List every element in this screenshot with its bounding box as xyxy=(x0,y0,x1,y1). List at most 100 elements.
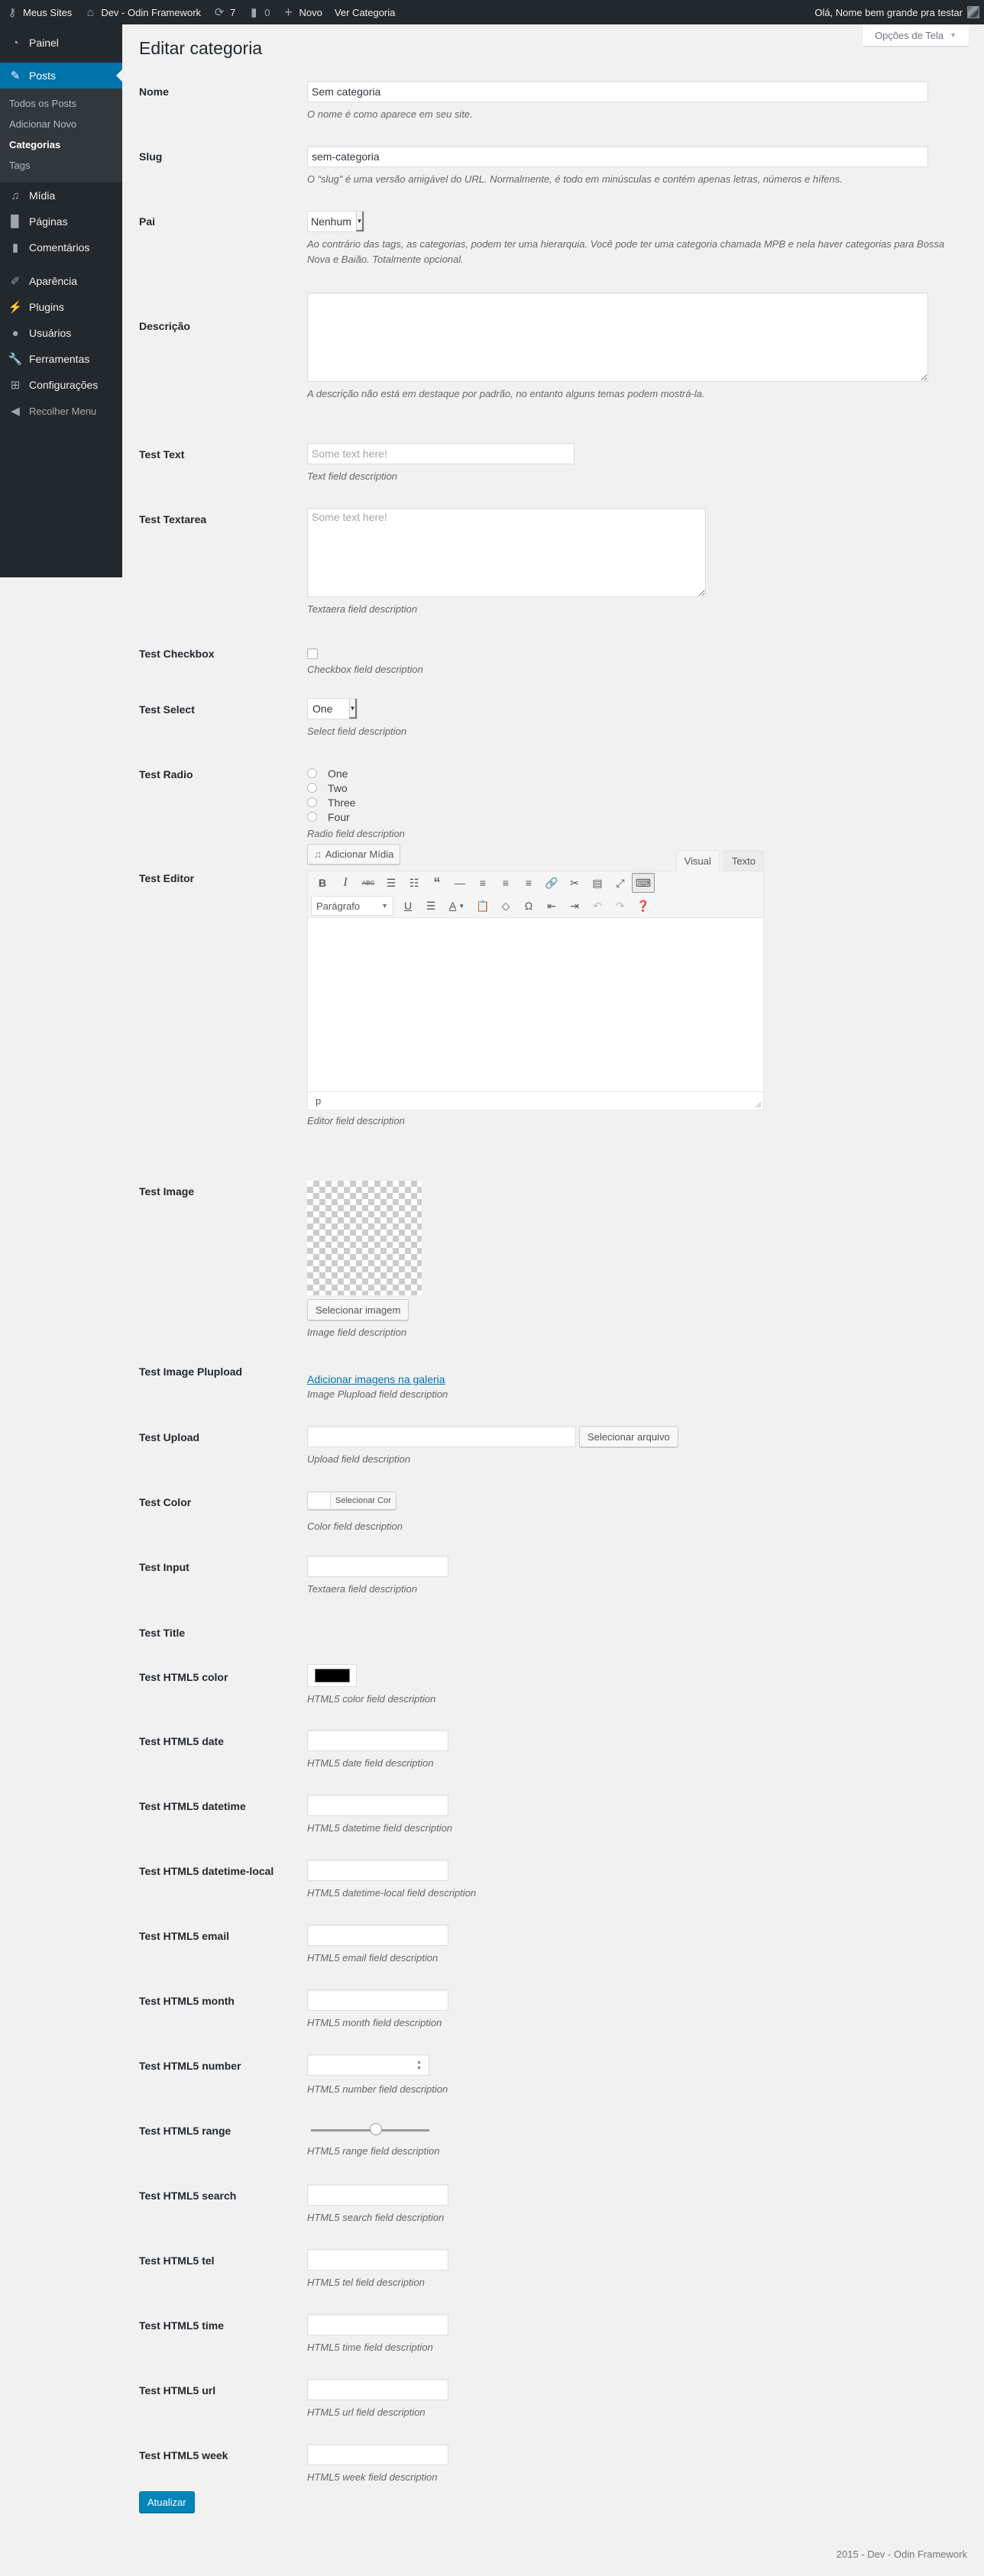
test-text-input[interactable] xyxy=(307,443,575,464)
color-picker-button[interactable]: Selecionar Cor xyxy=(307,1492,397,1510)
radio-button[interactable] xyxy=(307,812,317,822)
field-label: Test Upload xyxy=(139,1431,200,1443)
field-label: Test HTML5 month xyxy=(139,1995,235,2007)
sidebar-item-label: Plugins xyxy=(29,301,64,313)
sidebar-item-comentarios[interactable]: ▮ Comentários xyxy=(0,234,122,260)
text-color-icon[interactable]: A ▼ xyxy=(442,896,471,916)
html5-month-input[interactable] xyxy=(307,1989,448,2011)
tab-text[interactable]: Texto xyxy=(723,850,764,871)
radio-button[interactable] xyxy=(307,797,317,807)
bulleted-list-icon[interactable]: ☰ xyxy=(380,873,403,893)
sidebar-item-paginas[interactable]: ▉ Páginas xyxy=(0,208,122,234)
justify-icon[interactable]: ☰ xyxy=(419,896,442,916)
my-account-menu[interactable]: Olá, Nome bem grande pra testar xyxy=(808,0,984,24)
submenu-adicionar-novo[interactable]: Adicionar Novo xyxy=(0,115,122,135)
redo-icon[interactable]: ↷ xyxy=(609,896,632,916)
read-more-icon[interactable]: ▤ xyxy=(586,873,609,893)
color-swatch xyxy=(308,1492,331,1509)
outdent-icon[interactable]: ⇤ xyxy=(540,896,563,916)
radio-option-one[interactable]: One xyxy=(307,766,405,781)
html5-url-input[interactable] xyxy=(307,2379,448,2400)
html5-search-input[interactable] xyxy=(307,2184,448,2206)
html5-date-input[interactable] xyxy=(307,1730,448,1751)
test-checkbox[interactable] xyxy=(307,648,318,659)
strikethrough-icon[interactable]: ABC xyxy=(357,873,380,893)
html5-range-slider[interactable] xyxy=(307,2123,429,2138)
html5-tel-input[interactable] xyxy=(307,2249,448,2271)
special-character-icon[interactable]: Ω xyxy=(517,896,540,916)
underline-icon[interactable]: U xyxy=(397,896,419,916)
paste-text-icon[interactable]: 📋 xyxy=(471,896,494,916)
name-input[interactable] xyxy=(307,81,928,102)
select-file-button[interactable]: Selecionar arquivo xyxy=(579,1426,678,1447)
indent-icon[interactable]: ⇥ xyxy=(563,896,586,916)
parent-select[interactable]: Nenhum ▼ xyxy=(307,211,364,232)
comments-count: 0 xyxy=(264,6,270,18)
html5-color-input[interactable] xyxy=(307,1664,357,1687)
bold-icon[interactable]: B xyxy=(311,873,334,893)
radio-option-four[interactable]: Four xyxy=(307,810,405,824)
collapse-menu-button[interactable]: ◀ Recolher Menu xyxy=(0,398,122,424)
sidebar-item-posts[interactable]: ✎ Posts xyxy=(0,63,122,89)
html5-datetime-input[interactable] xyxy=(307,1795,448,1816)
update-button[interactable]: Atualizar xyxy=(139,2491,195,2513)
html5-time-input[interactable] xyxy=(307,2314,448,2335)
submenu-categorias[interactable]: Categorias xyxy=(0,135,122,156)
italic-icon[interactable]: I xyxy=(334,873,357,893)
site-name-menu[interactable]: ⌂ Dev - Odin Framework xyxy=(78,0,207,24)
field-label: Test HTML5 url xyxy=(139,2384,216,2397)
slug-input[interactable] xyxy=(307,146,928,167)
clear-formatting-icon[interactable]: ◇ xyxy=(494,896,517,916)
select-image-button[interactable]: Selecionar imagem xyxy=(307,1299,409,1320)
editor-content-area[interactable] xyxy=(308,917,763,1091)
radio-button[interactable] xyxy=(307,783,317,793)
html5-email-input[interactable] xyxy=(307,1925,448,1946)
horizontal-line-icon[interactable]: — xyxy=(448,873,471,893)
toolbar-toggle-icon[interactable]: ⌨ xyxy=(632,873,655,893)
add-gallery-images-link[interactable]: Adicionar imagens na galeria xyxy=(307,1373,445,1385)
blockquote-icon[interactable]: “ xyxy=(426,873,448,893)
undo-icon[interactable]: ↶ xyxy=(586,896,609,916)
element-path[interactable]: p xyxy=(316,1095,321,1107)
align-center-icon[interactable]: ≡ xyxy=(494,873,517,893)
sidebar-item-usuarios[interactable]: ● Usuários xyxy=(0,320,122,346)
range-thumb[interactable] xyxy=(370,2123,382,2135)
align-left-icon[interactable]: ≡ xyxy=(471,873,494,893)
radio-option-three[interactable]: Three xyxy=(307,795,405,810)
field-description: HTML5 datetime field description xyxy=(307,1822,453,1834)
upload-url-input[interactable] xyxy=(307,1426,576,1447)
fullscreen-icon[interactable]: ⤢ xyxy=(609,873,632,893)
add-media-button[interactable]: ♫ Adicionar Mídia xyxy=(307,844,401,865)
sidebar-item-aparencia[interactable]: ✐ Aparência xyxy=(0,268,122,294)
link-icon[interactable]: 🔗 xyxy=(540,873,563,893)
unlink-icon[interactable]: ✂ xyxy=(563,873,586,893)
tab-visual[interactable]: Visual xyxy=(675,850,720,871)
test-select[interactable]: One ▼ xyxy=(307,698,358,719)
radio-option-two[interactable]: Two xyxy=(307,781,405,795)
submenu-tags[interactable]: Tags xyxy=(0,156,122,176)
align-right-icon[interactable]: ≡ xyxy=(517,873,540,893)
number-spinner-icon[interactable]: ▲ ▼ xyxy=(416,2060,422,2072)
html5-week-input[interactable] xyxy=(307,2444,448,2465)
my-sites-menu[interactable]: ⚷ Meus Sites xyxy=(0,0,78,24)
updates-menu[interactable]: ⟳ 7 xyxy=(207,0,241,24)
sidebar-item-ferramentas[interactable]: 🔧 Ferramentas xyxy=(0,346,122,372)
resize-handle-icon[interactable] xyxy=(755,1101,761,1107)
view-category-link[interactable]: Ver Categoria xyxy=(329,0,402,24)
html5-number-input[interactable] xyxy=(307,2054,429,2076)
description-textarea[interactable] xyxy=(307,293,928,382)
sidebar-item-painel[interactable]: ◔ Painel xyxy=(0,30,122,56)
test-input[interactable] xyxy=(307,1556,448,1577)
sidebar-item-configuracoes[interactable]: ⊞ Configurações xyxy=(0,372,122,398)
radio-button[interactable] xyxy=(307,768,317,778)
new-content-menu[interactable]: + Novo xyxy=(277,0,329,24)
submenu-todos-os-posts[interactable]: Todos os Posts xyxy=(0,94,122,115)
numbered-list-icon[interactable]: ☷ xyxy=(403,873,426,893)
sidebar-item-midia[interactable]: ♫ Mídia xyxy=(0,183,122,208)
sidebar-item-plugins[interactable]: ⚡ Plugins xyxy=(0,294,122,320)
format-select[interactable]: Parágrafo ▼ xyxy=(311,896,393,916)
html5-datetime-local-input[interactable] xyxy=(307,1860,448,1881)
help-icon[interactable]: ❓ xyxy=(632,896,655,916)
test-textarea[interactable] xyxy=(307,508,706,597)
comments-menu[interactable]: ▮ 0 xyxy=(241,0,276,24)
